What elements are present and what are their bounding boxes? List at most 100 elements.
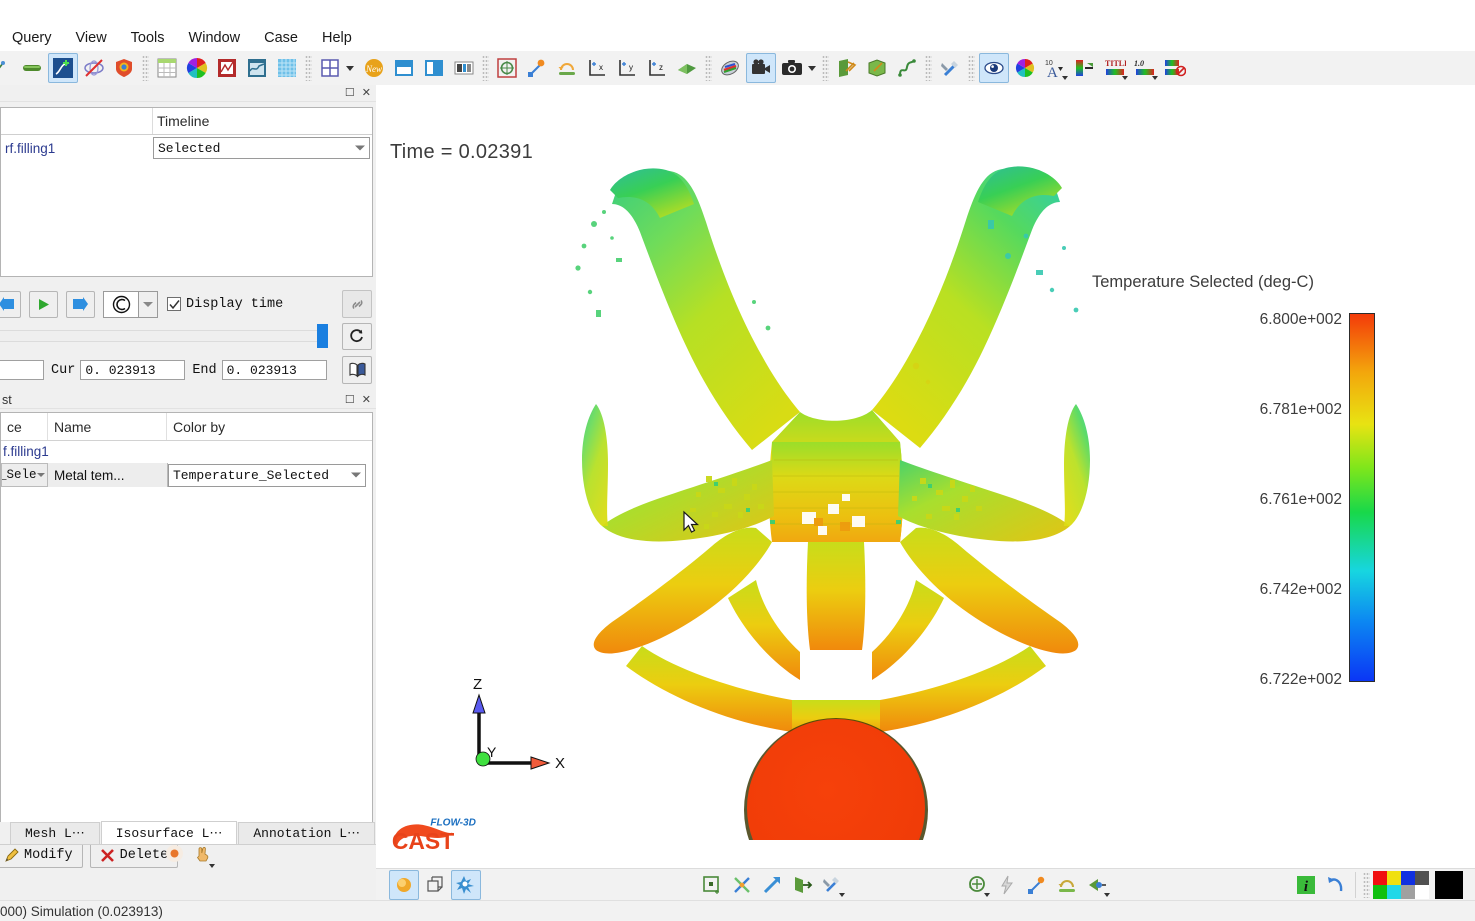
export-curve-icon[interactable] [893,54,921,82]
isosurface-type-select[interactable]: _Sele [1,463,48,487]
lightning-icon[interactable] [993,871,1021,899]
isosurface-name-cell[interactable]: Metal tem... [48,463,153,487]
split-horizontal-icon[interactable] [390,54,418,82]
title-format-caret[interactable] [1122,76,1128,80]
text-annotation-caret[interactable] [1062,76,1068,80]
record-point-icon[interactable] [165,844,184,868]
visibility-eye-icon[interactable] [979,53,1009,83]
view-tools-icon[interactable] [818,871,846,899]
render-effects-icon[interactable] [451,870,481,900]
number-format-caret[interactable] [1152,76,1158,80]
step-forward-button[interactable] [66,290,95,318]
colormap-wheel-icon[interactable] [1011,54,1039,82]
start-time-field[interactable] [0,360,44,380]
toolbar-grip[interactable] [925,55,932,81]
texture-icon[interactable] [273,54,301,82]
color-swatch-palette[interactable] [1373,871,1429,899]
green-bar-icon[interactable] [18,54,46,82]
close-icon[interactable]: ✕ [362,394,371,406]
menu-window[interactable]: Window [177,28,253,48]
info-icon[interactable]: i [1292,871,1320,899]
rotate-view-caret[interactable] [984,893,990,897]
clip-direction-icon[interactable] [1083,871,1111,899]
new-window-icon[interactable]: New [360,54,388,82]
refresh-icon[interactable] [342,322,372,350]
snapshot-camera-icon[interactable] [778,54,806,82]
layout-dropdown-caret[interactable] [346,65,354,71]
select-region-icon[interactable] [698,871,726,899]
probe-point-icon[interactable] [728,871,756,899]
view-tools-caret[interactable] [839,893,845,897]
particles-icon[interactable] [0,54,16,82]
toolbar-grip[interactable] [968,55,975,81]
export-data-icon[interactable] [833,54,861,82]
title-format-icon[interactable]: TITLE [1101,54,1129,82]
axis-z-icon[interactable]: z [643,54,671,82]
play-button[interactable] [29,290,58,318]
swatch-black-large[interactable] [1435,871,1463,899]
axis-x-icon[interactable]: x [583,54,611,82]
menu-case[interactable]: Case [252,28,310,48]
clip-export-icon[interactable] [788,871,816,899]
book-icon[interactable] [342,356,372,384]
chart-plot-icon[interactable] [213,54,241,82]
export-geometry-icon[interactable] [863,54,891,82]
rotate-object-icon[interactable] [1053,871,1081,899]
pointer-hand-icon[interactable] [193,844,215,868]
axis-y-icon[interactable]: y [613,54,641,82]
cur-time-field[interactable]: 0. 023913 [80,360,186,380]
camera-dropdown-caret[interactable] [808,65,816,71]
menu-help[interactable]: Help [310,28,364,48]
toolbar-grip[interactable] [705,55,712,81]
time-slider-handle[interactable] [317,324,328,348]
menu-view[interactable]: View [64,28,119,48]
display-time-checkbox[interactable] [167,297,181,311]
spreadsheet-icon[interactable] [153,54,181,82]
float-panel-icon[interactable]: ☐ [345,394,355,406]
minmax-limits-icon[interactable] [1161,54,1189,82]
layout-grid-icon[interactable] [316,54,344,82]
clip-direction-caret[interactable] [1104,893,1110,897]
loop-mode-dropdown[interactable] [139,290,158,318]
color-wheel-icon[interactable] [183,54,211,82]
panel-layout-icon[interactable] [450,54,478,82]
menu-tools[interactable]: Tools [119,28,177,48]
number-format-icon[interactable]: 1.0 [1131,54,1159,82]
rotate-view-icon[interactable] [963,871,991,899]
no-streamline-icon[interactable] [80,54,108,82]
shield-render-icon[interactable] [110,54,138,82]
move-probe-icon[interactable] [1023,871,1051,899]
settings-tools-icon[interactable] [936,54,964,82]
history-probe-icon[interactable] [48,53,78,83]
menu-query[interactable]: Query [0,28,64,48]
legend-position-icon[interactable] [1071,54,1099,82]
step-back-button[interactable] [0,290,21,318]
light-shading-icon[interactable] [389,870,419,900]
toolbar-grip[interactable] [305,55,312,81]
toolbar-grip[interactable] [482,55,489,81]
isosurface-group-row[interactable]: f.filling1 [1,441,372,462]
table-row[interactable]: _Sele Metal tem... Temperature_Selected [1,462,372,488]
move-object-icon[interactable] [523,54,551,82]
split-vertical-icon[interactable] [420,54,448,82]
timeline-select[interactable]: Selected [153,137,370,159]
tab-isosurface-list[interactable]: Isosurface L⋯ [100,821,238,844]
toolbar-grip[interactable] [142,55,149,81]
tab-mesh-list[interactable]: Mesh L⋯ [9,822,100,844]
rotate-icon[interactable] [553,54,581,82]
undo-icon[interactable] [1322,871,1350,899]
render-palette-icon[interactable] [716,54,744,82]
wireframe-box-icon[interactable] [421,871,449,899]
end-time-field[interactable]: 0. 023913 [221,360,327,380]
movie-camera-icon[interactable] [746,53,776,83]
loop-mode-display[interactable] [103,290,139,318]
toolbar-grip[interactable] [1363,872,1370,898]
tab-annotation-list[interactable]: Annotation L⋯ [238,822,375,844]
zoom-fit-icon[interactable] [493,54,521,82]
close-icon[interactable]: ✕ [362,87,371,99]
render-viewport[interactable]: Time = 0.02391 Temperature Selected (deg… [376,85,1475,868]
toolbar-grip[interactable] [822,55,829,81]
distance-measure-icon[interactable] [758,871,786,899]
link-icon[interactable] [342,290,372,318]
text-annotation-icon[interactable]: 10 A [1041,54,1069,82]
